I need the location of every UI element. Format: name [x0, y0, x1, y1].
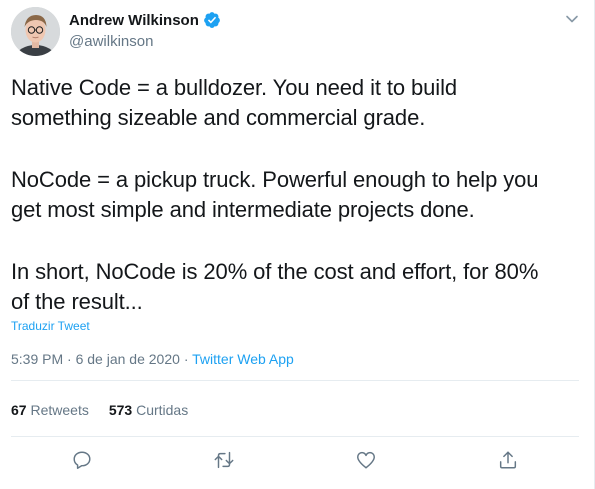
likes-stat[interactable]: 573 Curtidas [109, 402, 188, 418]
divider [11, 436, 579, 437]
tweet-line: get most simple and intermediate project… [11, 197, 475, 222]
tweet-text: Native Code = a bulldozer. You need it t… [11, 73, 586, 317]
tweet-line: Native Code = a bulldozer. You need it t… [11, 75, 458, 100]
tweet-time[interactable]: 5:39 PM [11, 351, 63, 367]
reply-icon[interactable] [71, 449, 93, 471]
tweet-date[interactable]: 6 de jan de 2020 [76, 351, 180, 367]
retweets-count: 67 [11, 402, 27, 418]
tweet-actions [0, 449, 595, 471]
tweet-meta: 5:39 PM · 6 de jan de 2020 · Twitter Web… [11, 351, 294, 367]
meta-separator: · [183, 351, 189, 367]
tweet-source-link[interactable]: Twitter Web App [192, 351, 294, 367]
tweet-line: In short, NoCode is 20% of the cost and … [11, 259, 539, 284]
likes-count: 573 [108, 402, 133, 418]
divider [11, 380, 579, 381]
author-name[interactable]: Andrew Wilkinson [69, 11, 221, 29]
retweets-stat[interactable]: 67 Retweets [11, 402, 89, 418]
meta-separator: · [67, 351, 72, 367]
tweet-line: NoCode = a pickup truck. Powerful enough… [11, 167, 539, 192]
likes-label: Curtidas [136, 402, 189, 418]
avatar-image [11, 7, 60, 56]
chevron-down-icon[interactable] [563, 10, 581, 28]
tweet-line: something sizeable and commercial grade. [11, 105, 426, 130]
retweets-label: Retweets [30, 402, 89, 418]
author-handle[interactable]: @awilkinson [69, 33, 153, 50]
verified-badge-icon [203, 12, 220, 28]
share-icon[interactable] [497, 449, 519, 471]
retweet-icon[interactable] [213, 449, 235, 471]
avatar[interactable] [11, 7, 60, 56]
author-name-text: Andrew Wilkinson [69, 11, 199, 29]
heart-icon[interactable] [355, 449, 377, 471]
tweet-line: of the result... [11, 289, 143, 314]
tweet-stats: 67 Retweets 573 Curtidas [11, 402, 188, 418]
translate-tweet-link[interactable]: Traduzir Tweet [11, 319, 90, 333]
